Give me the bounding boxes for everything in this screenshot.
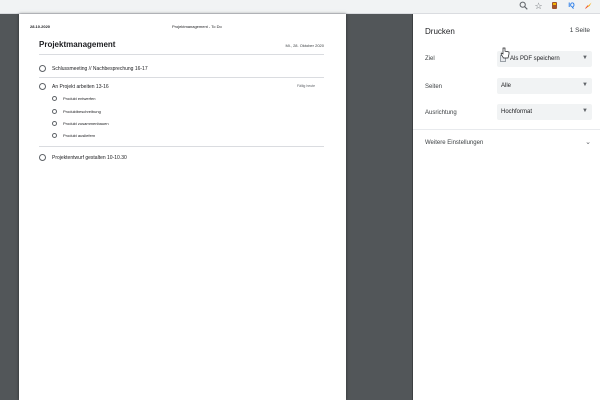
subtask-label: Produkt zusammenbauen: [63, 121, 109, 126]
subtask-checkbox-icon: [52, 109, 57, 114]
divider: [39, 77, 324, 78]
page-header-date: 28.10.2020: [30, 24, 51, 29]
chevron-down-icon: ⌄: [585, 139, 591, 146]
layout-select[interactable]: Hochformat ▼: [497, 104, 592, 120]
chevron-down-icon: ▼: [582, 108, 588, 114]
chevron-down-icon: ▼: [582, 82, 588, 88]
subtask-label: Produkt ausliefern: [63, 133, 96, 138]
more-settings-toggle[interactable]: Weitere Einstellungen ⌄: [413, 136, 600, 152]
zoom-icon[interactable]: [518, 1, 529, 12]
subtask-checkbox-icon: [52, 121, 57, 126]
task-checkbox-icon: [39, 154, 46, 161]
layout-label: Ausrichtung: [425, 110, 457, 116]
subtask-checkbox-icon: [52, 133, 57, 138]
pages-select[interactable]: Alle ▼: [497, 78, 592, 94]
more-settings-label: Weitere Einstellungen: [425, 140, 484, 146]
task-label: Schlussmeeting // Nachbesprechung 16-17: [52, 66, 148, 72]
divider: [39, 54, 324, 55]
task-label: Projektentwurf gestalten 10-10.30: [52, 155, 127, 161]
extension-brown-icon[interactable]: [549, 1, 560, 12]
pages-label: Seiten: [425, 84, 443, 90]
document-title: Projektmanagement: [39, 40, 116, 49]
print-preview-area: 28.10.2020 Projektmanagement - To Do Pro…: [0, 14, 413, 400]
print-settings-panel: Drucken 1 Seite Ziel Als PDF speichern ▼…: [413, 14, 600, 400]
destination-value: Als PDF speichern: [510, 56, 560, 62]
preview-page: 28.10.2020 Projektmanagement - To Do Pro…: [19, 14, 346, 400]
task-due-label: Fällig heute: [297, 84, 316, 88]
subtask-label: Produktbeschreibung: [63, 109, 101, 114]
divider: [39, 146, 324, 147]
pages-value: Alle: [501, 83, 512, 89]
page-header-title: Projektmanagement - To Do: [172, 24, 222, 29]
hand-cursor-icon: [500, 47, 510, 59]
layout-value: Hochformat: [501, 109, 533, 115]
subtask-checkbox-icon: [52, 96, 57, 101]
task-checkbox-icon: [39, 65, 46, 72]
star-icon[interactable]: ☆: [533, 1, 544, 12]
extension-iq-icon[interactable]: IQ: [566, 1, 577, 12]
task-label: An Projekt arbeiten 13-16: [52, 84, 109, 90]
print-title: Drucken: [425, 27, 455, 36]
browser-toolbar: ☆ IQ: [0, 0, 600, 14]
subtask-label: Produkt entwerfen: [63, 96, 96, 101]
destination-select[interactable]: Als PDF speichern ▼: [497, 51, 592, 67]
divider: [413, 129, 600, 130]
task-checkbox-icon: [39, 83, 46, 90]
sheet-count: 1 Seite: [569, 27, 590, 34]
document-date: Mi., 28. Oktober 2020: [285, 43, 324, 48]
destination-label: Ziel: [425, 56, 435, 62]
extension-feather-icon[interactable]: [583, 1, 594, 12]
chevron-down-icon: ▼: [582, 55, 588, 61]
